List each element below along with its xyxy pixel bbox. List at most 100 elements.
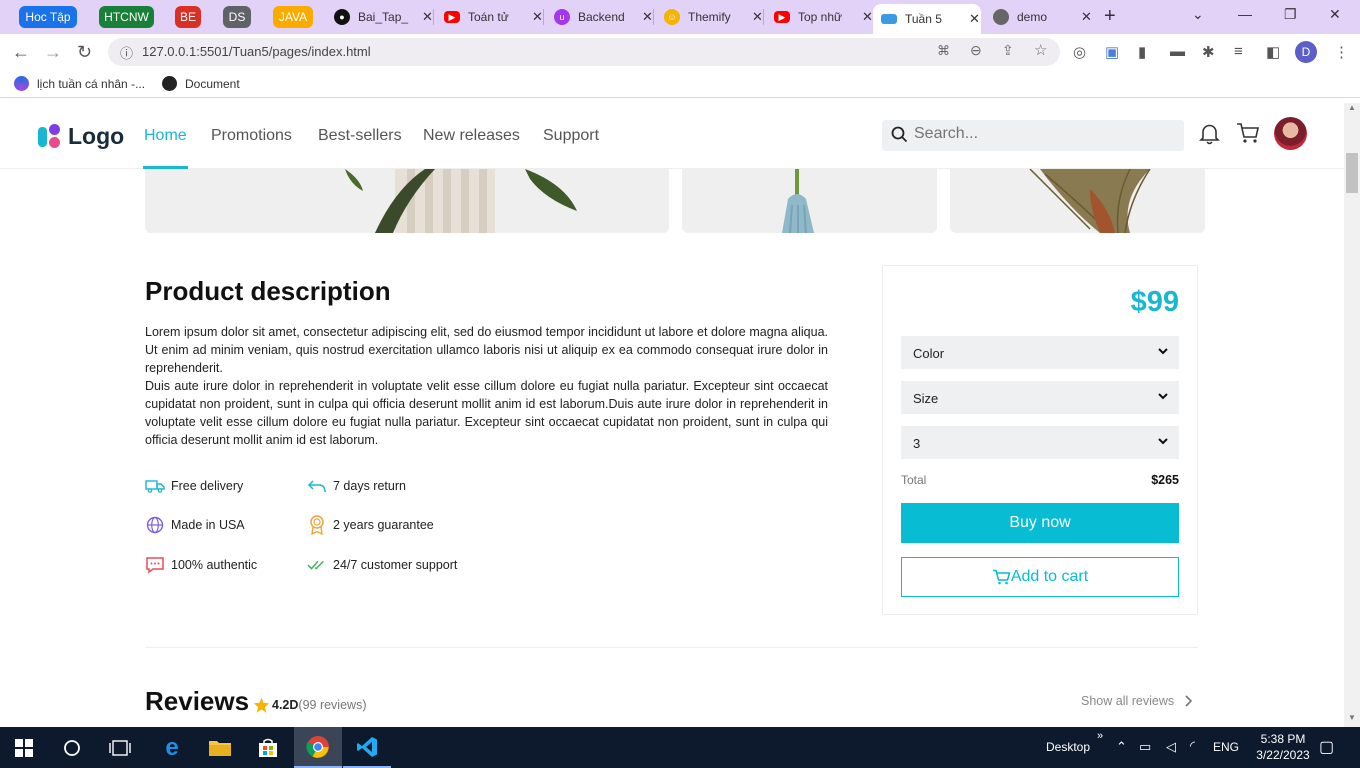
- total-label: Total: [901, 473, 927, 487]
- price-label: $99: [1130, 286, 1179, 318]
- product-image-main[interactable]: [145, 169, 669, 233]
- browser-tab-active[interactable]: Tuần 5 ✕: [873, 4, 981, 34]
- volume-icon[interactable]: ◁: [1166, 739, 1176, 755]
- quantity-select[interactable]: 3: [901, 426, 1179, 459]
- browser-tab[interactable]: ▶ Toán tử ✕: [436, 4, 543, 30]
- close-tab-icon[interactable]: ✕: [642, 9, 653, 25]
- back-button[interactable]: ←: [12, 42, 30, 63]
- close-tab-icon[interactable]: ✕: [969, 11, 980, 27]
- maximize-button[interactable]: ❐: [1284, 6, 1297, 23]
- toolbar-expand-icon[interactable]: »: [1097, 730, 1103, 742]
- extension-book-icon[interactable]: ▮: [1138, 43, 1146, 61]
- nav-best-sellers[interactable]: Best-sellers: [318, 127, 402, 145]
- browser-tab[interactable]: ● Bai_Tap_ ✕: [326, 4, 433, 30]
- extension-card-icon[interactable]: ▬: [1170, 43, 1185, 60]
- vscode-icon[interactable]: [343, 727, 391, 768]
- minimize-button[interactable]: —: [1238, 6, 1252, 22]
- nav-promotions[interactable]: Promotions: [211, 127, 292, 145]
- site-info-icon[interactable]: ⓘ: [120, 43, 133, 62]
- search-icon[interactable]: [48, 727, 96, 768]
- browser-tab[interactable]: ☺ Themify ✕: [656, 4, 763, 30]
- tab-strip: Hoc Tập HTCNW BE DS JAVA ● Bai_Tap_ ✕ ▶ …: [0, 0, 1360, 34]
- add-to-cart-button[interactable]: Add to cart: [901, 557, 1179, 597]
- size-select[interactable]: Size: [901, 381, 1179, 414]
- extension-compass-icon[interactable]: ◎: [1073, 43, 1086, 61]
- scroll-down-icon[interactable]: ▼: [1348, 713, 1356, 722]
- tab-group-label: BE: [179, 10, 196, 24]
- edge-icon[interactable]: e: [148, 727, 196, 768]
- extension-translate-icon[interactable]: ▣: [1105, 43, 1119, 61]
- browser-tab[interactable]: u Backend ✕: [546, 4, 653, 30]
- nav-new-releases[interactable]: New releases: [423, 127, 520, 145]
- cart-icon[interactable]: [1236, 122, 1260, 144]
- media-control-icon[interactable]: ≡: [1234, 43, 1243, 60]
- forward-button[interactable]: →: [44, 42, 62, 63]
- close-tab-icon[interactable]: ✕: [532, 9, 543, 25]
- reload-button[interactable]: ↻: [77, 42, 92, 63]
- reviews-rating: 4.2D (99 reviews): [253, 697, 366, 713]
- chrome-icon[interactable]: [294, 727, 342, 768]
- share-icon[interactable]: ⇪: [1002, 42, 1014, 59]
- tab-search-icon[interactable]: ⌄: [1192, 6, 1204, 23]
- translate-icon[interactable]: ⌘: [937, 43, 950, 59]
- close-tab-icon[interactable]: ✕: [422, 9, 433, 25]
- scroll-up-icon[interactable]: ▲: [1348, 103, 1356, 112]
- bookmark-star-icon[interactable]: ☆: [1034, 41, 1047, 59]
- address-bar[interactable]: ⓘ 127.0.0.1:5501/Tuan5/pages/index.html …: [108, 38, 1060, 66]
- task-view-icon[interactable]: [96, 727, 144, 768]
- close-tab-icon[interactable]: ✕: [1081, 9, 1092, 25]
- bookmark-item[interactable]: Document: [162, 76, 240, 91]
- tab-group-be[interactable]: BE: [175, 6, 201, 28]
- nav-active-indicator: [143, 166, 188, 169]
- tab-group-label: HTCNW: [104, 10, 149, 24]
- profile-avatar[interactable]: D: [1295, 41, 1317, 63]
- extensions-puzzle-icon[interactable]: ✱: [1202, 43, 1215, 61]
- tab-title: Toán tử: [468, 10, 509, 24]
- double-check-icon: [307, 556, 327, 574]
- browser-menu-icon[interactable]: ⋮: [1334, 43, 1349, 61]
- color-select[interactable]: Color: [901, 336, 1179, 369]
- tab-group-ds[interactable]: DS: [223, 6, 251, 28]
- scrollbar-thumb[interactable]: [1346, 153, 1358, 193]
- browser-tab[interactable]: ▶ Top nhữ ✕: [766, 4, 873, 30]
- search-input[interactable]: [914, 125, 1174, 143]
- nav-support[interactable]: Support: [543, 127, 599, 145]
- store-icon[interactable]: [244, 727, 292, 768]
- desktop-toolbar-label[interactable]: Desktop: [1046, 740, 1090, 754]
- language-indicator[interactable]: ENG: [1213, 740, 1239, 754]
- nav-home[interactable]: Home: [144, 127, 187, 145]
- total-value: $265: [1151, 473, 1179, 487]
- side-panel-icon[interactable]: ◧: [1266, 43, 1280, 61]
- zoom-icon[interactable]: ⊖: [970, 42, 982, 59]
- truck-icon: [145, 477, 165, 495]
- file-explorer-icon[interactable]: [196, 727, 244, 768]
- logo-text: Logo: [68, 123, 125, 149]
- search-box[interactable]: [882, 120, 1184, 151]
- globe-icon: [162, 76, 177, 91]
- browser-tab[interactable]: demo ✕: [985, 4, 1092, 30]
- close-window-button[interactable]: ✕: [1329, 6, 1341, 23]
- battery-icon[interactable]: ▭: [1139, 739, 1151, 755]
- windows-start-icon[interactable]: [0, 727, 48, 768]
- user-avatar[interactable]: [1274, 117, 1307, 150]
- tab-group-java[interactable]: JAVA: [273, 6, 313, 28]
- show-hidden-icons-icon[interactable]: ⌃: [1116, 739, 1127, 755]
- notification-center-icon[interactable]: ▢: [1319, 737, 1334, 757]
- clock[interactable]: 5:38 PM 3/22/2023: [1253, 731, 1313, 763]
- product-image-tertiary[interactable]: [950, 169, 1205, 233]
- product-image-secondary[interactable]: [682, 169, 937, 233]
- close-tab-icon[interactable]: ✕: [862, 9, 873, 25]
- close-tab-icon[interactable]: ✕: [752, 9, 763, 25]
- tab-group-htcnw[interactable]: HTCNW: [99, 6, 154, 28]
- site-logo[interactable]: Logo: [38, 123, 124, 150]
- page-scrollbar[interactable]: ▲ ▼: [1344, 103, 1360, 727]
- tab-group-hoc-tap[interactable]: Hoc Tập: [19, 6, 77, 28]
- bookmark-item[interactable]: lịch tuần cá nhân -...: [14, 76, 145, 91]
- buy-now-button[interactable]: Buy now: [901, 503, 1179, 543]
- bell-icon[interactable]: [1199, 122, 1220, 145]
- chevron-down-icon: [1158, 348, 1168, 355]
- show-all-reviews-link[interactable]: Show all reviews: [1081, 694, 1193, 708]
- tab-title: Bai_Tap_: [358, 10, 409, 24]
- new-tab-button[interactable]: +: [1104, 5, 1116, 28]
- wifi-icon[interactable]: ◜: [1190, 738, 1195, 754]
